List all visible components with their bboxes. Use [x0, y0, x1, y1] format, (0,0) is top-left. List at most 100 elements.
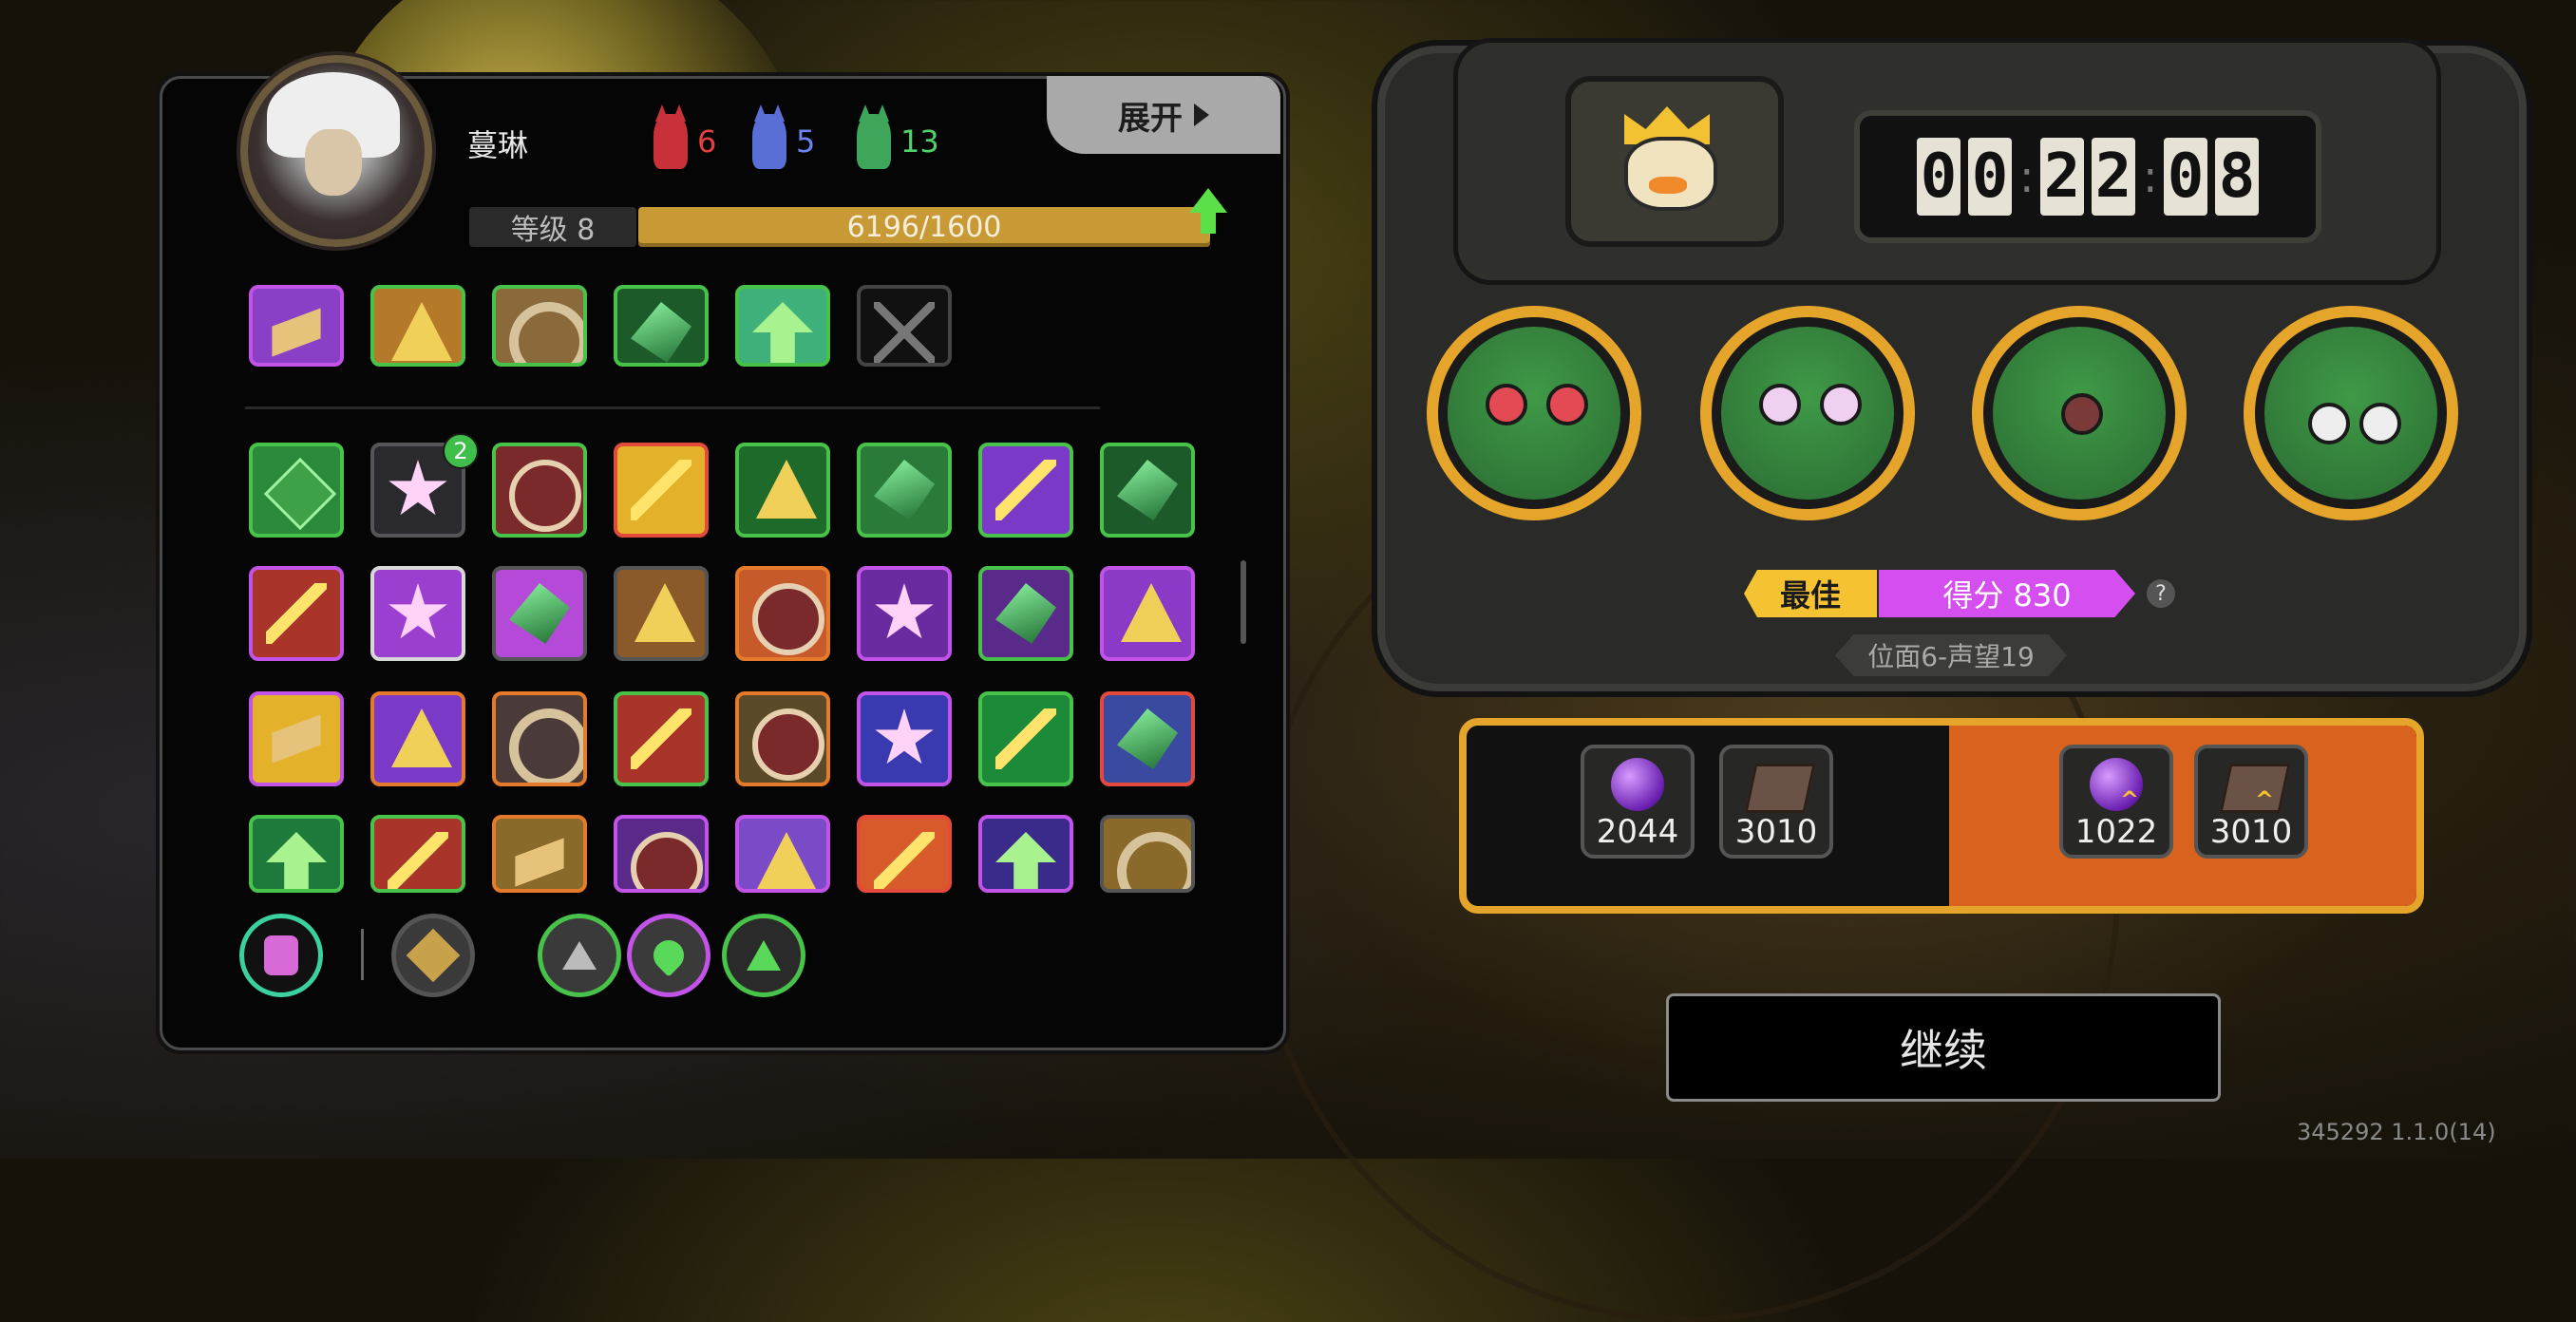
- equipped-slot[interactable]: [614, 285, 709, 367]
- wind-icon: [995, 708, 1056, 769]
- skill-slot[interactable]: [978, 815, 1073, 893]
- skill-slot[interactable]: [614, 815, 709, 893]
- equipped-slot[interactable]: [735, 285, 830, 367]
- red-crystal-icon: [653, 104, 688, 169]
- arch-icon: [635, 583, 695, 642]
- skill-slot[interactable]: [249, 443, 344, 538]
- skill-scrollbar[interactable]: [1241, 560, 1246, 644]
- timer-digit: 0: [1968, 138, 2012, 216]
- timer-digit: 2: [2040, 138, 2084, 216]
- skill-slot[interactable]: [492, 691, 587, 786]
- purple-orb-icon: [1611, 758, 1664, 811]
- potion-slot-button[interactable]: [239, 914, 323, 997]
- continue-button[interactable]: 继续: [1666, 993, 2221, 1102]
- skill-slot[interactable]: [249, 691, 344, 786]
- empty-slot[interactable]: [857, 285, 952, 367]
- skill-slot[interactable]: [249, 815, 344, 893]
- horned-boss-icon: [1721, 327, 1894, 500]
- curly-hair-boss-icon: [2264, 327, 2437, 500]
- green-crystal-icon: [857, 104, 891, 169]
- dagger-icon: [631, 460, 691, 520]
- skill-slot[interactable]: [1100, 566, 1195, 661]
- spiral-icon: [509, 460, 581, 532]
- crystal-icon: [874, 460, 935, 520]
- grass-icon: [1117, 460, 1178, 520]
- score-label: 得分 830: [1879, 570, 2135, 617]
- reward-item[interactable]: 3010: [1719, 745, 1833, 859]
- skill-slot[interactable]: [735, 443, 830, 538]
- triangle-gem-icon: [562, 941, 597, 970]
- bonus-reward-item[interactable]: ^ 3010: [2194, 745, 2308, 859]
- shatter-icon: [995, 583, 1056, 644]
- skill-slot[interactable]: [492, 443, 587, 538]
- player-name: 蔓琳: [467, 127, 529, 163]
- hourglass-icon: [406, 928, 461, 983]
- equipped-slot[interactable]: [492, 285, 587, 367]
- flame-icon: [874, 832, 935, 889]
- skill-slot[interactable]: [614, 443, 709, 538]
- section-divider: [245, 406, 1100, 409]
- help-icon[interactable]: ?: [2147, 579, 2175, 608]
- expand-button[interactable]: 展开: [1047, 76, 1280, 154]
- flask-slot-button[interactable]: [722, 914, 805, 997]
- gem-slot-heart-button[interactable]: [627, 914, 710, 997]
- skill-slot[interactable]: [857, 691, 952, 786]
- xp-bar: 6196/1600: [638, 207, 1210, 247]
- boot-icon: [272, 308, 321, 357]
- skill-slot[interactable]: [978, 691, 1073, 786]
- relic-slot-button[interactable]: [391, 914, 475, 997]
- skill-slot[interactable]: [492, 815, 587, 893]
- skill-slot[interactable]: [978, 566, 1073, 661]
- skill-slot[interactable]: [614, 566, 709, 661]
- boot-black-icon: [752, 583, 824, 655]
- xp-text: 6196/1600: [846, 210, 1002, 244]
- defeated-boss-portrait[interactable]: [1700, 306, 1915, 520]
- skill-slot[interactable]: [978, 443, 1073, 538]
- tree-icon: [752, 302, 813, 363]
- rune-icon: [388, 583, 447, 639]
- bonus-reward-item[interactable]: ^ 1022: [2059, 745, 2173, 859]
- player-avatar[interactable]: [240, 55, 432, 247]
- version-label: 345292 1.1.0(14): [2297, 1119, 2496, 1145]
- ghost-icon: [1117, 708, 1178, 769]
- skill-slot[interactable]: [614, 691, 709, 786]
- skill-slot[interactable]: [370, 691, 465, 786]
- bug-boss-icon: [1448, 327, 1620, 500]
- equipped-slot[interactable]: [370, 285, 465, 367]
- armored-boss-icon: [1993, 327, 2166, 500]
- defeated-boss-portrait[interactable]: [1427, 306, 1641, 520]
- gem-slot-triangle-button[interactable]: [538, 914, 621, 997]
- sunrise-icon: [752, 708, 824, 781]
- chest-icon: [391, 302, 452, 361]
- chain-icon: [995, 460, 1056, 520]
- dash-icon: [515, 838, 564, 887]
- upgrade-chevron-icon: ^: [2120, 786, 2140, 813]
- skill-slot[interactable]: [735, 691, 830, 786]
- potion-icon: [631, 832, 703, 889]
- skill-slot[interactable]: [492, 566, 587, 661]
- skill-slot[interactable]: [857, 443, 952, 538]
- vine-icon: [631, 708, 691, 769]
- skill-slot[interactable]: [857, 815, 952, 893]
- skill-slot[interactable]: [735, 815, 830, 893]
- skill-slot[interactable]: [1100, 691, 1195, 786]
- skill-slot[interactable]: [370, 815, 465, 893]
- hammer-icon: [272, 714, 321, 764]
- defeated-boss-portrait[interactable]: [2244, 306, 2458, 520]
- crown-icon: [875, 583, 934, 639]
- skill-slot[interactable]: [857, 566, 952, 661]
- tower-icon: [756, 832, 817, 889]
- skill-slot[interactable]: [1100, 443, 1195, 538]
- best-label: 最佳: [1744, 570, 1877, 617]
- skill-slot[interactable]: [249, 566, 344, 661]
- empty-x-icon: [874, 302, 935, 363]
- expand-label: 展开: [1118, 99, 1183, 138]
- skill-slot[interactable]: [735, 566, 830, 661]
- feather-icon: [509, 583, 570, 644]
- reward-item[interactable]: 2044: [1581, 745, 1695, 859]
- timer-digit: 0: [1917, 138, 1960, 216]
- equipped-slot[interactable]: [249, 285, 344, 367]
- skill-slot[interactable]: [1100, 815, 1195, 893]
- skill-slot-selected[interactable]: [370, 566, 465, 661]
- defeated-boss-portrait[interactable]: [1972, 306, 2187, 520]
